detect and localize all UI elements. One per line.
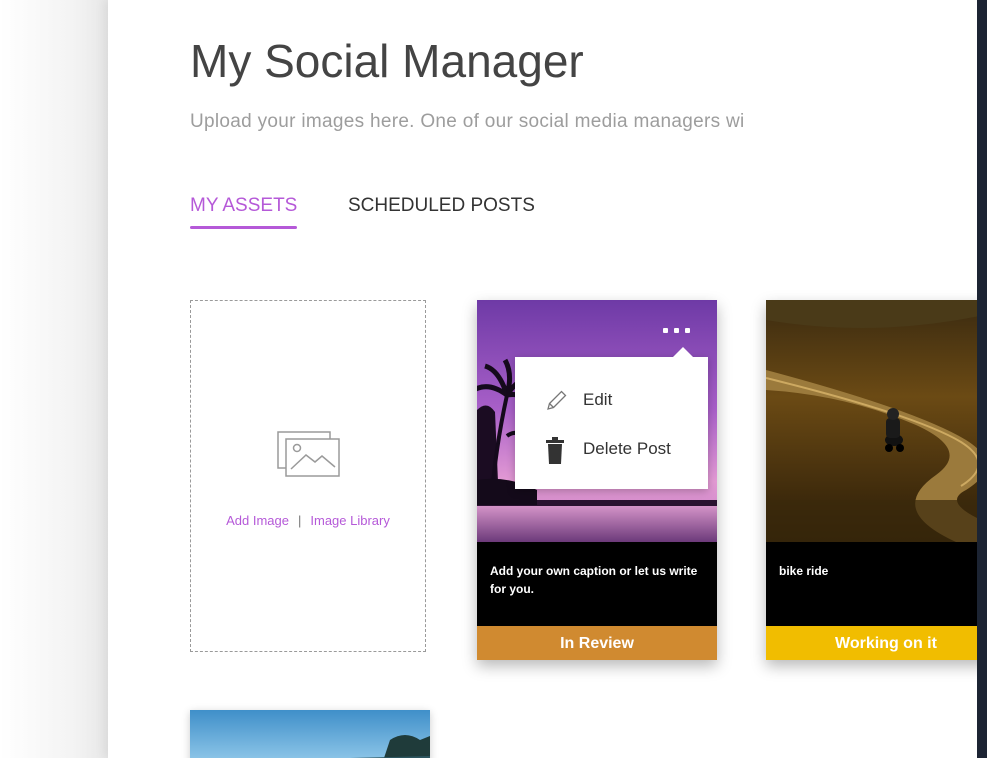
motorcycle-road-photo bbox=[766, 300, 977, 542]
card-caption[interactable]: bike ride bbox=[779, 562, 977, 580]
asset-card[interactable]: bike ride Working on it bbox=[766, 300, 977, 660]
page-subtitle: Upload your images here. One of our soci… bbox=[190, 111, 745, 132]
add-image-dropzone[interactable]: Add Image | Image Library bbox=[190, 300, 426, 652]
pencil-icon bbox=[543, 388, 569, 424]
menu-item-edit[interactable]: Edit bbox=[543, 385, 683, 415]
sidebar-panel bbox=[0, 0, 108, 758]
menu-item-delete-post[interactable]: Delete Post bbox=[543, 434, 693, 464]
status-badge: In Review bbox=[477, 626, 717, 660]
app-viewport: My Social Manager Upload your images her… bbox=[0, 0, 977, 758]
add-links: Add Image | Image Library bbox=[191, 513, 425, 528]
card-caption[interactable]: Add your own caption or let us write for… bbox=[490, 562, 707, 598]
tab-scheduled-posts[interactable]: SCHEDULED POSTS bbox=[348, 195, 535, 229]
page-title: My Social Manager bbox=[190, 35, 584, 87]
main-content: My Social Manager Upload your images her… bbox=[108, 0, 977, 758]
add-image-link[interactable]: Add Image bbox=[226, 513, 289, 528]
menu-item-label: Edit bbox=[583, 390, 613, 409]
asset-card[interactable] bbox=[190, 710, 430, 758]
more-options-button[interactable] bbox=[661, 318, 693, 338]
status-badge: Working on it bbox=[766, 626, 977, 660]
tab-my-assets[interactable]: MY ASSETS bbox=[190, 195, 298, 229]
card-context-menu: Edit Delete Post bbox=[515, 347, 708, 489]
link-separator: | bbox=[298, 513, 302, 528]
landscape-photo bbox=[190, 710, 430, 758]
image-library-link[interactable]: Image Library bbox=[310, 513, 389, 528]
menu-item-label: Delete Post bbox=[583, 439, 671, 458]
trash-icon bbox=[543, 437, 569, 475]
image-placeholder-icon bbox=[277, 431, 341, 482]
